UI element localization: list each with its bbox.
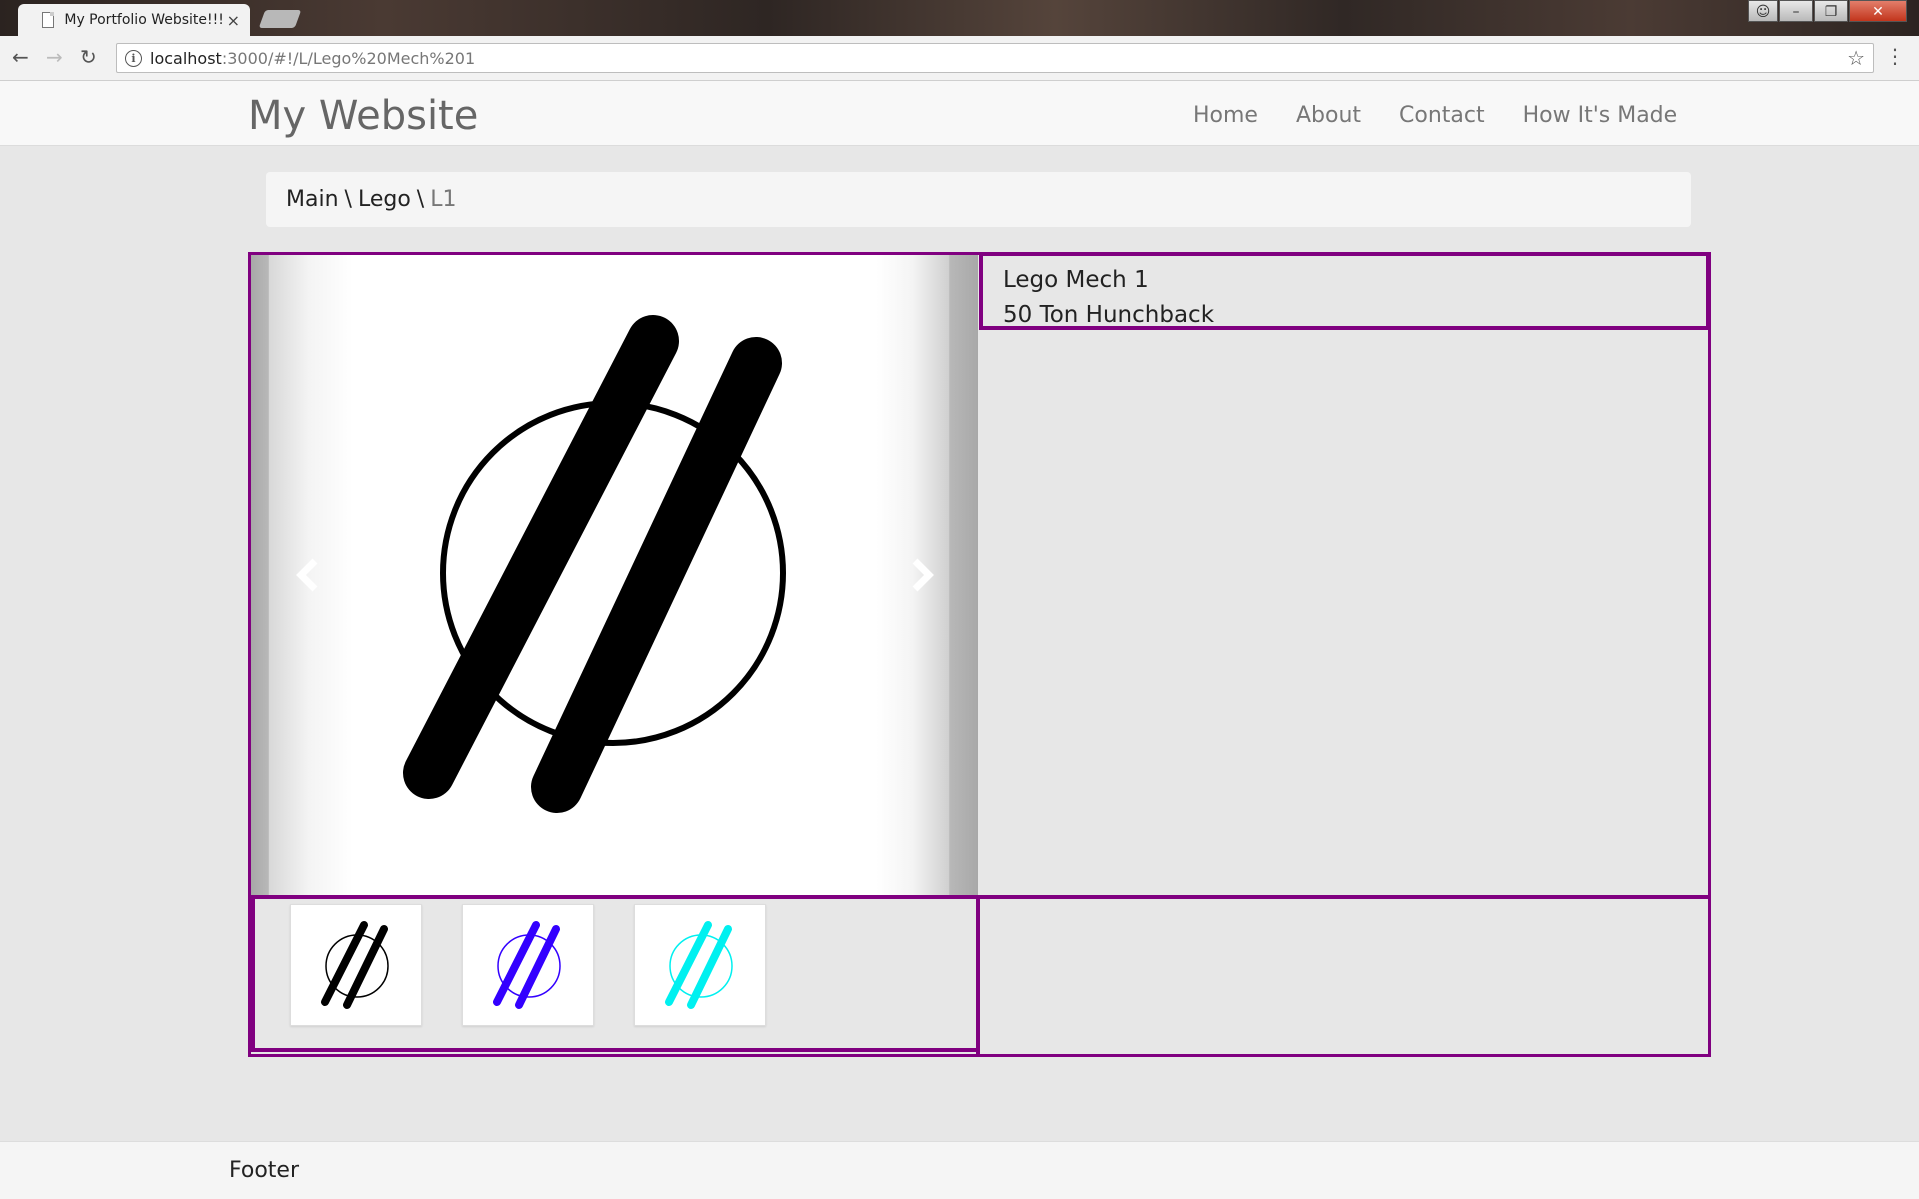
breadcrumb: Main \ Lego \ L1 xyxy=(266,172,1691,227)
nav-how-its-made[interactable]: How It's Made xyxy=(1523,103,1678,128)
browser-menu-icon[interactable]: ⋮ xyxy=(1885,44,1905,68)
breadcrumb-separator: \ xyxy=(344,187,352,212)
thumbnail-blue[interactable] xyxy=(462,904,594,1026)
product-title: Lego Mech 1 xyxy=(1003,267,1149,293)
site-header: My Website Home About Contact How It's M… xyxy=(0,81,1919,146)
site-brand[interactable]: My Website xyxy=(248,93,478,139)
tab-title: My Portfolio Website!!!!!! xyxy=(64,12,222,28)
bookmark-star-icon[interactable]: ☆ xyxy=(1847,46,1865,70)
thumbnail-logo-image xyxy=(493,921,561,1009)
breadcrumb-separator: \ xyxy=(416,187,425,212)
url-path: :3000/#!/L/Lego%20Mech%201 xyxy=(221,48,476,68)
browser-titlebar: My Portfolio Website!!!!!! × ☺ – ❐ ✕ xyxy=(0,0,1919,36)
footer-text: Footer xyxy=(229,1158,299,1183)
url-host: localhost xyxy=(150,48,222,68)
breadcrumb-main[interactable]: Main xyxy=(286,187,339,212)
product-info: Lego Mech 1 50 Ton Hunchback xyxy=(979,252,1710,330)
thumbnail-black[interactable] xyxy=(290,904,422,1026)
thumbnail-logo-image xyxy=(665,921,733,1009)
reload-icon[interactable]: ↻ xyxy=(80,45,97,69)
nav-home[interactable]: Home xyxy=(1193,103,1258,128)
breadcrumb-lego[interactable]: Lego xyxy=(358,187,411,212)
nav-about[interactable]: About xyxy=(1296,103,1361,128)
nav-contact[interactable]: Contact xyxy=(1399,103,1485,128)
document-icon xyxy=(42,12,55,28)
minimize-button[interactable]: – xyxy=(1779,0,1813,22)
back-arrow-icon[interactable]: ← xyxy=(12,45,29,69)
image-carousel xyxy=(251,255,978,897)
product-subtitle: 50 Ton Hunchback xyxy=(1003,302,1215,328)
address-bar[interactable]: i localhost :3000/#!/L/Lego%20Mech%201 ☆ xyxy=(116,43,1874,73)
forward-arrow-icon[interactable]: → xyxy=(46,45,63,69)
thumbnail-logo-image xyxy=(321,921,389,1009)
profile-icon[interactable]: ☺ xyxy=(1748,0,1778,22)
thumbnail-cyan[interactable] xyxy=(634,904,766,1026)
tab-close-icon[interactable]: × xyxy=(227,11,240,30)
browser-toolbar: ← → ↻ i localhost :3000/#!/L/Lego%20Mech… xyxy=(0,36,1919,81)
site-footer: Footer xyxy=(0,1141,1919,1199)
product-logo-image xyxy=(403,315,786,813)
new-tab-button[interactable] xyxy=(258,10,302,28)
main-nav: Home About Contact How It's Made xyxy=(1193,103,1715,128)
breadcrumb-current: L1 xyxy=(430,187,457,212)
window-controls: ☺ – ❐ ✕ xyxy=(1747,0,1907,24)
close-window-button[interactable]: ✕ xyxy=(1849,0,1907,22)
chevron-right-icon[interactable] xyxy=(901,555,941,595)
frame-divider-vertical xyxy=(976,898,980,1054)
info-icon[interactable]: i xyxy=(125,49,142,67)
chevron-left-icon[interactable] xyxy=(289,555,329,595)
maximize-button[interactable]: ❐ xyxy=(1814,0,1848,22)
browser-tab[interactable]: My Portfolio Website!!!!!! × xyxy=(18,4,250,36)
